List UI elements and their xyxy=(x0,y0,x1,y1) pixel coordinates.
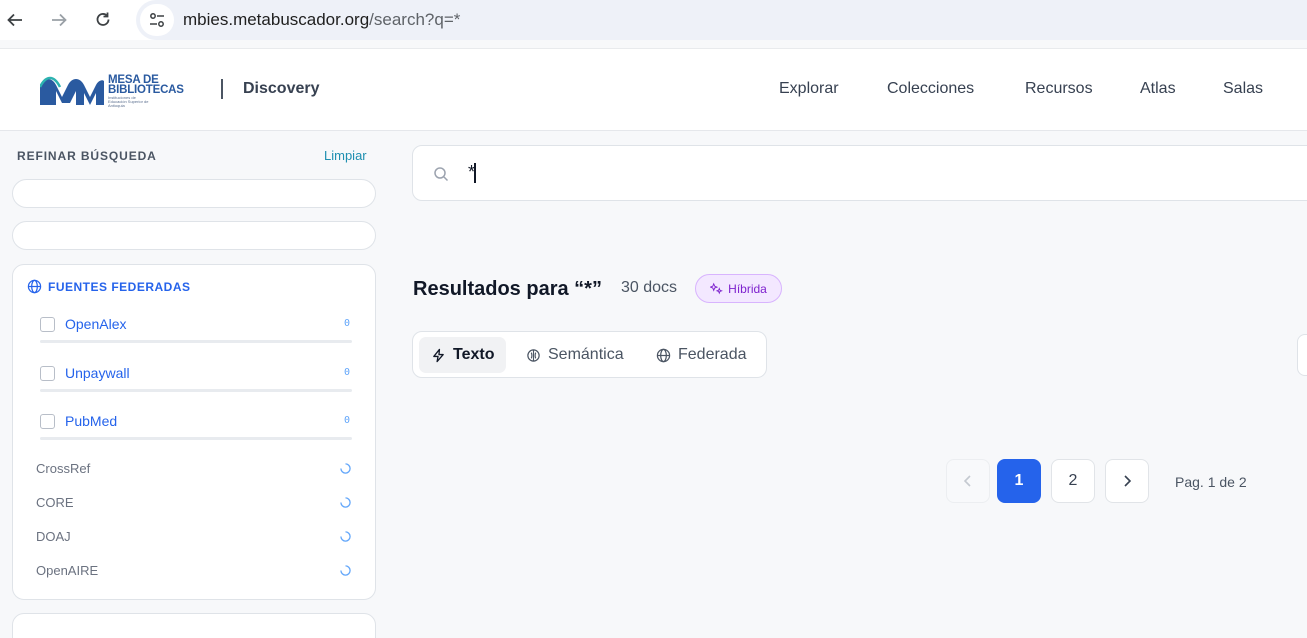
logo-mark-icon xyxy=(40,76,104,105)
nav-salas[interactable]: Salas xyxy=(1223,80,1263,98)
url-host: mbies.metabuscador.org xyxy=(183,10,370,29)
source-row-openalex[interactable]: OpenAlex 0 xyxy=(40,315,352,335)
nav-colecciones[interactable]: Colecciones xyxy=(887,80,974,98)
app-header: MESA DE BIBLIOTECAS Instituciones de Edu… xyxy=(0,48,1307,131)
refine-title: REFINAR BÚSQUEDA xyxy=(17,149,157,163)
reload-button[interactable] xyxy=(91,8,115,32)
source-name: Unpaywall xyxy=(65,365,130,381)
nav-recursos[interactable]: Recursos xyxy=(1025,80,1093,98)
sparkles-icon xyxy=(710,282,724,295)
back-button[interactable] xyxy=(3,8,27,32)
source-row-pubmed[interactable]: PubMed 0 xyxy=(40,412,352,432)
brain-icon xyxy=(527,348,540,362)
results-count: 30 docs xyxy=(621,279,678,296)
filter-field-2[interactable] xyxy=(12,221,376,250)
tab-federada[interactable]: Federada xyxy=(644,337,759,373)
source-progress-bar xyxy=(40,437,352,440)
source-checkbox[interactable] xyxy=(40,414,55,429)
prev-page-button[interactable] xyxy=(946,459,990,503)
url-path: /search?q=* xyxy=(369,10,461,29)
tune-icon xyxy=(150,13,164,27)
logo-text: MESA DE BIBLIOTECAS Instituciones de Edu… xyxy=(108,74,184,108)
federated-title: FUENTES FEDERADAS xyxy=(27,279,191,294)
arrow-left-icon xyxy=(7,13,22,27)
sidebar-next-panel xyxy=(12,613,376,638)
tab-label: Texto xyxy=(453,346,495,363)
address-bar[interactable]: mbies.metabuscador.org/search?q=* xyxy=(136,0,1307,40)
logo-subtitle: Instituciones de Educación Superior de A… xyxy=(108,95,149,108)
source-name: PubMed xyxy=(65,413,118,429)
pending-source-crossref: CrossRef xyxy=(36,461,91,476)
loading-spinner-icon xyxy=(340,463,351,474)
page-info: Pag. 1 de 2 xyxy=(1175,474,1247,490)
source-count: 0 xyxy=(343,415,350,426)
source-name: OpenAlex xyxy=(65,316,127,332)
source-count: 0 xyxy=(343,318,350,329)
source-checkbox[interactable] xyxy=(40,317,55,332)
tab-label: Federada xyxy=(678,346,747,363)
header-divider xyxy=(221,79,223,99)
loading-spinner-icon xyxy=(340,531,351,542)
globe-icon xyxy=(656,348,671,362)
url-text: mbies.metabuscador.org/search?q=* xyxy=(183,10,460,30)
nav-explorar[interactable]: Explorar xyxy=(779,80,839,98)
source-checkbox[interactable] xyxy=(40,366,55,381)
pending-source-core: CORE xyxy=(36,495,74,510)
site-settings-button[interactable] xyxy=(140,4,174,36)
chevron-left-icon xyxy=(963,475,971,487)
logo-title: MESA DE BIBLIOTECAS xyxy=(108,74,184,96)
pending-source-openaire: OpenAIRE xyxy=(36,563,99,578)
arrow-right-icon xyxy=(52,13,67,27)
browser-toolbar: mbies.metabuscador.org/search?q=* xyxy=(0,0,1307,40)
clear-filters-link[interactable]: Limpiar xyxy=(324,148,367,163)
pending-source-doaj: DOAJ xyxy=(36,529,71,544)
federated-sources-panel: FUENTES FEDERADAS OpenAlex 0 Unpaywall 0… xyxy=(12,264,376,600)
source-count: 0 xyxy=(343,367,350,378)
search-mode-badge: Híbrida xyxy=(695,274,782,303)
search-input[interactable]: * xyxy=(412,145,1307,201)
brand-name[interactable]: Discovery xyxy=(243,80,320,98)
filter-field-1[interactable] xyxy=(12,179,376,208)
loading-spinner-icon xyxy=(340,565,351,576)
forward-button[interactable] xyxy=(47,8,71,32)
chevron-right-icon xyxy=(1124,475,1132,487)
search-mode-tabs: Texto Semántica Federada xyxy=(412,331,767,378)
next-page-button[interactable] xyxy=(1105,459,1149,503)
tab-semantica[interactable]: Semántica xyxy=(514,337,636,373)
logo[interactable]: MESA DE BIBLIOTECAS Instituciones de Edu… xyxy=(40,73,184,109)
nav-atlas[interactable]: Atlas xyxy=(1140,80,1176,98)
page-button-2[interactable]: 2 xyxy=(1051,459,1095,503)
reload-icon xyxy=(96,12,110,26)
tab-label: Semántica xyxy=(548,346,624,363)
search-icon xyxy=(434,167,449,182)
page-button-1[interactable]: 1 xyxy=(997,459,1041,503)
source-progress-bar xyxy=(40,340,352,343)
federated-title-text: FUENTES FEDERADAS xyxy=(48,279,191,294)
globe-icon xyxy=(27,279,42,294)
bolt-icon xyxy=(433,348,444,362)
view-options-button[interactable] xyxy=(1297,334,1307,376)
source-row-unpaywall[interactable]: Unpaywall 0 xyxy=(40,364,352,384)
results-title: Resultados para “*” xyxy=(413,278,602,300)
text-cursor xyxy=(474,163,476,183)
loading-spinner-icon xyxy=(340,497,351,508)
source-progress-bar xyxy=(40,389,352,392)
tab-texto[interactable]: Texto xyxy=(419,337,507,373)
search-mode-label: Híbrida xyxy=(728,281,767,296)
